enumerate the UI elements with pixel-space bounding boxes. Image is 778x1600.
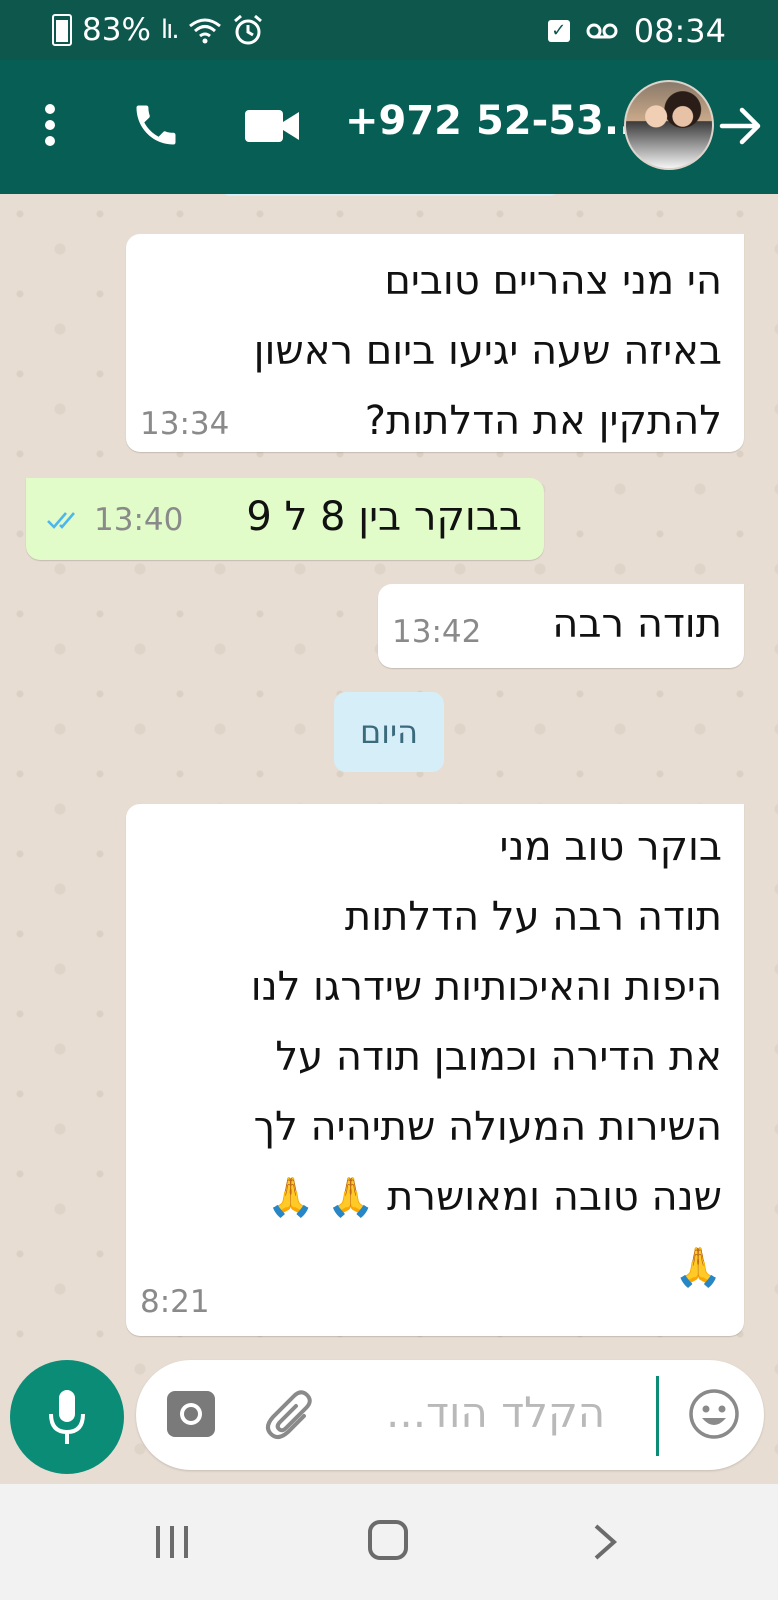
system-nav-bar (0, 1484, 778, 1600)
camera-icon[interactable] (166, 1390, 216, 1438)
checkbox-icon: ✓ (547, 20, 570, 42)
attach-icon[interactable] (264, 1386, 320, 1444)
recent-apps-icon[interactable] (152, 1522, 192, 1562)
message-body: בוקר טוב מני תודה רבה על הדלתות היפות וה… (250, 824, 722, 1220)
message-text: בבוקר בין 8 ל 9 (246, 494, 522, 540)
signal-icon: lı. (160, 15, 180, 45)
call-icon[interactable] (130, 98, 182, 152)
wifi-icon (188, 18, 221, 44)
message-input[interactable]: הקלד הוד... (136, 1360, 764, 1470)
mic-button[interactable] (10, 1360, 124, 1474)
message-list[interactable]: הי מני צהריים טובים באיזה שעה יגיעו ביום… (0, 194, 778, 1484)
video-icon[interactable] (245, 110, 299, 142)
message-time: 8:21 (140, 1284, 210, 1320)
message-bubble-incoming[interactable]: הי מני צהריים טובים באיזה שעה יגיעו ביום… (126, 234, 744, 452)
message-text: בוקר טוב מני תודה רבה על הדלתות היפות וה… (251, 812, 722, 1302)
status-right: ✓ 08:34 (547, 12, 726, 50)
clock: 08:34 (633, 12, 726, 50)
back-arrow-icon[interactable] (718, 104, 762, 148)
contact-name[interactable]: +972 52-53... (345, 98, 649, 144)
back-nav-icon[interactable] (590, 1522, 620, 1562)
previous-message-edge (222, 194, 558, 196)
voicemail-icon (586, 23, 618, 39)
battery-level: 83% (82, 12, 151, 48)
status-bar: 83% lı. ✓ 08:34 (0, 0, 778, 60)
text-cursor (656, 1376, 659, 1456)
home-icon[interactable] (368, 1520, 408, 1560)
menu-icon[interactable] (44, 104, 56, 150)
message-text: הי מני צהריים טובים באיזה שעה יגיעו ביום… (253, 258, 722, 444)
read-ticks-icon (47, 512, 75, 529)
avatar[interactable] (624, 80, 714, 170)
mic-icon (49, 1390, 85, 1444)
pray-emoji: 🙏 (327, 1175, 375, 1219)
message-bubble-outgoing[interactable]: בבוקר בין 8 ל 9 13:40 (26, 478, 544, 560)
battery-icon (52, 14, 72, 46)
chat-header: +972 52-53... (0, 60, 778, 194)
message-input-placeholder: הקלד הוד... (386, 1388, 606, 1437)
message-bubble-incoming[interactable]: תודה רבה 13:42 (378, 584, 744, 668)
alarm-icon (233, 14, 262, 45)
message-text: תודה רבה (552, 601, 722, 647)
pray-emoji: 🙏 (266, 1175, 315, 1219)
message-time: 13:34 (140, 406, 230, 442)
pray-emoji: 🙏 (674, 1245, 722, 1289)
status-left: 83% lı. (52, 12, 264, 48)
emoji-icon[interactable] (688, 1388, 740, 1440)
message-bubble-incoming[interactable]: בוקר טוב מני תודה רבה על הדלתות היפות וה… (126, 804, 744, 1336)
message-time: 13:42 (392, 614, 482, 650)
message-time: 13:40 (94, 502, 184, 538)
date-separator: היום (334, 692, 444, 772)
